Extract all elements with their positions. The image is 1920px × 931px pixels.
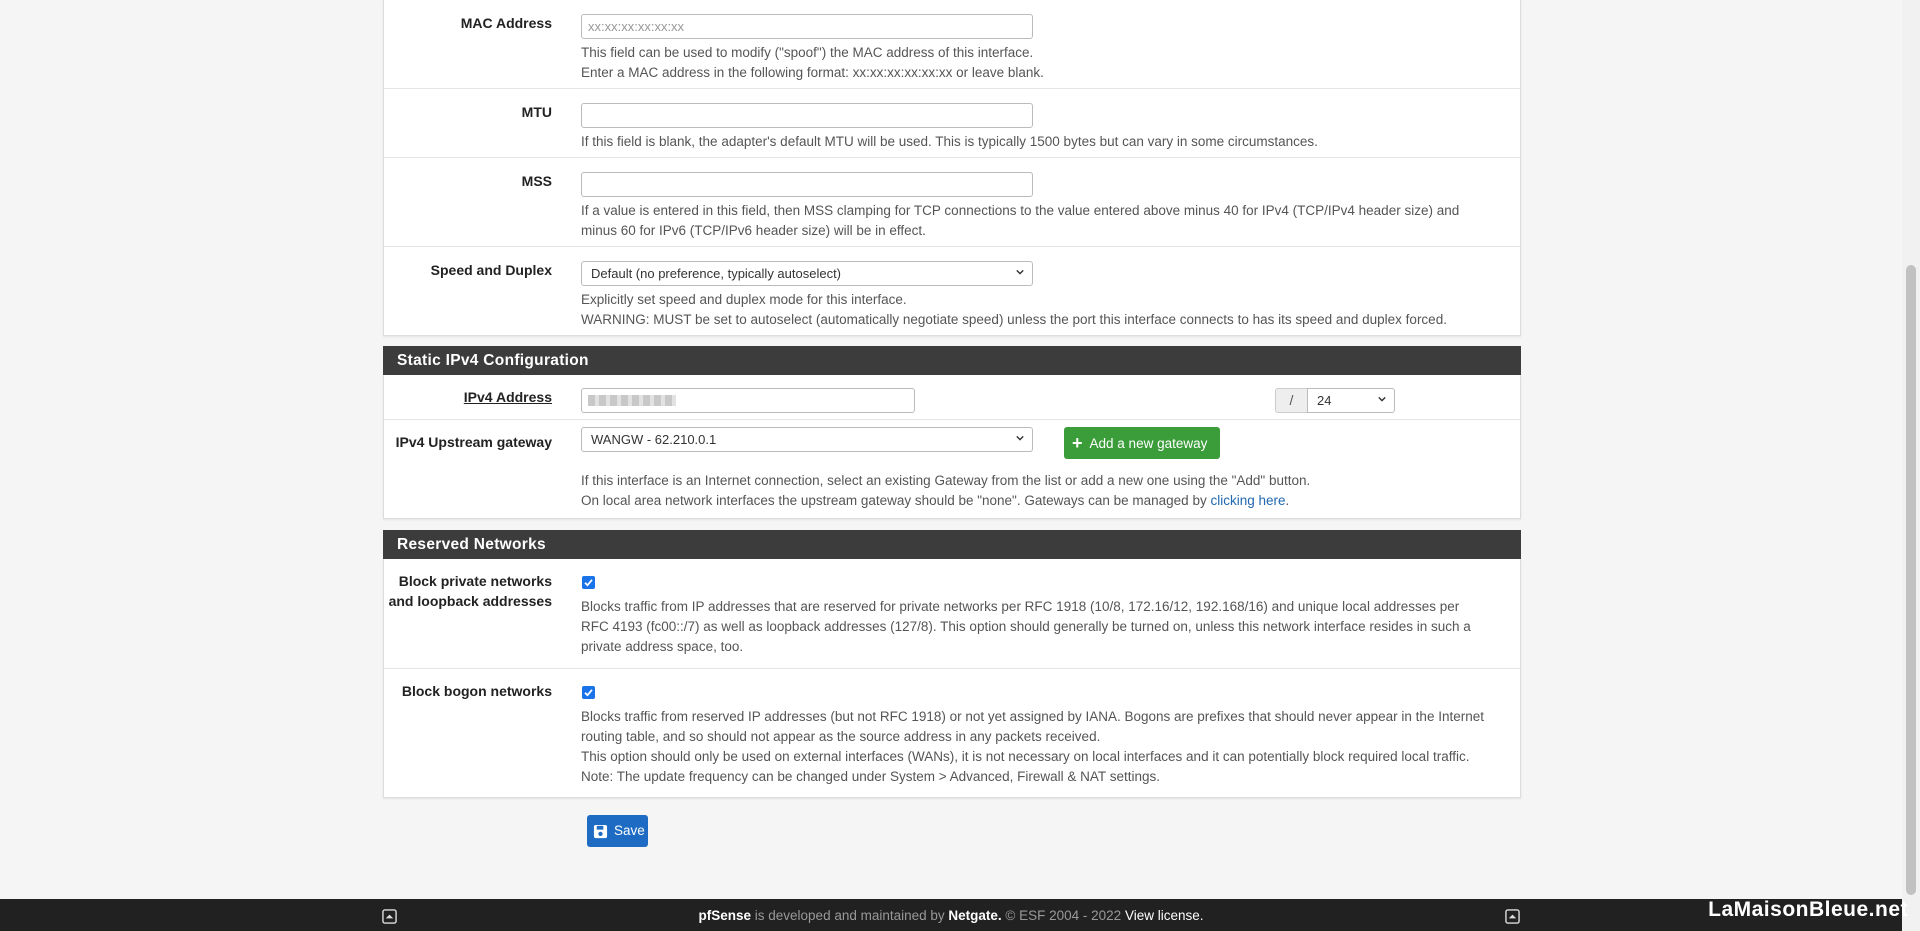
reserved-networks-heading: Reserved Networks: [383, 530, 1521, 559]
speed-duplex-selected: Default (no preference, typically autose…: [591, 266, 842, 281]
save-button[interactable]: Save: [587, 815, 648, 847]
gateways-link[interactable]: clicking here: [1210, 493, 1285, 508]
block-private-label-2: and loopback addresses: [388, 593, 552, 609]
mac-address-input[interactable]: [581, 14, 1033, 39]
mac-help-1: This field can be used to modify ("spoof…: [581, 45, 1034, 60]
static-ipv4-heading: Static IPv4 Configuration: [383, 346, 1521, 375]
ipv4-gateway-selected: WANGW - 62.210.0.1: [591, 432, 717, 447]
ipv4-address-redacted: [588, 395, 676, 406]
block-bogon-label: Block bogon networks: [401, 683, 552, 699]
ipv4-gateway-row: IPv4 Upstream gateway WANGW - 62.210.0.1…: [384, 420, 1520, 518]
reserved-networks-panel: Block private networks and loopback addr…: [383, 559, 1521, 798]
footer-copyright: © ESF 2004 - 2022: [1001, 908, 1125, 923]
add-gateway-button[interactable]: + Add a new gateway: [1064, 427, 1221, 459]
save-label: Save: [614, 823, 645, 838]
ipv4-address-label: IPv4 Address: [463, 389, 552, 405]
footer-brand[interactable]: pfSense: [698, 908, 751, 923]
static-ipv4-section: Static IPv4 Configuration IPv4 Address /…: [383, 346, 1521, 519]
scrollbar[interactable]: [1902, 0, 1920, 931]
gateway-help-2-end: .: [1285, 493, 1290, 508]
mtu-label: MTU: [521, 104, 552, 120]
block-bogon-help-4: Note: The update frequency can be change…: [581, 769, 1160, 784]
mac-address-label: MAC Address: [460, 15, 552, 31]
chevron-down-icon: [1016, 435, 1024, 441]
mss-row: MSS If a value is entered in this field,…: [384, 158, 1520, 247]
ipv4-gateway-label: IPv4 Upstream gateway: [395, 434, 552, 450]
mac-help-2: Enter a MAC address in the following for…: [581, 65, 1044, 80]
mss-help-2: minus 60 for IPv6 (TCP/IPv6 header size)…: [581, 223, 926, 238]
block-private-help-1: Blocks traffic from IP addresses that ar…: [581, 599, 1460, 614]
gateway-help-2-text: On local area network interfaces the ups…: [581, 493, 1211, 508]
ipv4-gateway-select[interactable]: WANGW - 62.210.0.1: [581, 427, 1033, 452]
mac-address-row: MAC Address This field can be used to mo…: [384, 0, 1520, 89]
footer-company[interactable]: Netgate.: [948, 908, 1001, 923]
block-bogon-help-2: routing table, and so should not appear …: [581, 729, 1101, 744]
block-bogon-row: Block bogon networks Blocks traffic from…: [384, 669, 1520, 797]
block-bogon-help-1: Blocks traffic from reserved IP addresse…: [581, 709, 1484, 724]
gateway-help-2: On local area network interfaces the ups…: [581, 491, 1289, 511]
ipv4-address-input[interactable]: [581, 388, 915, 413]
footer-license-link[interactable]: View license.: [1125, 908, 1204, 923]
reserved-networks-section: Reserved Networks Block private networks…: [383, 530, 1521, 798]
ipv4-prefix-select[interactable]: 24: [1307, 388, 1395, 413]
mtu-input[interactable]: [581, 103, 1033, 128]
block-private-help-2: RFC 4193 (fc00::/7) as well as loopback …: [581, 619, 1471, 634]
mss-label: MSS: [521, 173, 552, 189]
gateway-help-1: If this interface is an Internet connect…: [581, 473, 1311, 488]
mss-input[interactable]: [581, 172, 1033, 197]
block-private-row: Block private networks and loopback addr…: [384, 559, 1520, 669]
block-bogon-checkbox[interactable]: [582, 686, 595, 699]
ipv4-prefix-value: 24: [1317, 393, 1332, 408]
chevron-down-icon: [1016, 269, 1024, 275]
interface-panel: MAC Address This field can be used to mo…: [383, 0, 1521, 336]
ipv4-slash-addon: /: [1275, 388, 1308, 413]
chevron-down-icon: [1378, 396, 1386, 402]
scroll-to-top-icon[interactable]: [1505, 909, 1520, 924]
floppy-disk-icon: [593, 824, 608, 839]
scrollbar-thumb[interactable]: [1906, 265, 1916, 895]
plus-icon: +: [1072, 433, 1083, 453]
footer-text: pfSense is developed and maintained by N…: [0, 908, 1902, 923]
ipv4-address-row: IPv4 Address / 24: [384, 375, 1520, 420]
block-private-help-3: private address space, too.: [581, 639, 744, 654]
block-bogon-help-3: This option should only be used on exter…: [581, 749, 1470, 764]
block-private-label-1: Block private networks: [398, 573, 552, 589]
watermark: LaMaisonBleue.net: [1708, 898, 1908, 921]
checkmark-icon: [584, 579, 593, 587]
block-bogon-help: Blocks traffic from reserved IP addresse…: [581, 707, 1512, 787]
mtu-row: MTU If this field is blank, the adapter'…: [384, 89, 1520, 158]
footer: pfSense is developed and maintained by N…: [0, 899, 1902, 931]
add-gateway-label: Add a new gateway: [1089, 436, 1208, 451]
form-container: MAC Address This field can be used to mo…: [383, 0, 1521, 847]
block-private-help: Blocks traffic from IP addresses that ar…: [581, 597, 1512, 657]
speed-help-1: Explicitly set speed and duplex mode for…: [581, 292, 907, 307]
block-private-checkbox[interactable]: [582, 576, 595, 589]
static-ipv4-panel: IPv4 Address / 24 IPv4 Upstream gateway …: [383, 375, 1521, 519]
mtu-help: If this field is blank, the adapter's de…: [581, 134, 1318, 149]
speed-duplex-row: Speed and Duplex Default (no preference,…: [384, 247, 1520, 335]
ipv4-slash: /: [1289, 392, 1294, 408]
block-private-label: Block private networks and loopback addr…: [384, 571, 552, 611]
speed-help-2: WARNING: MUST be set to autoselect (auto…: [581, 312, 1447, 327]
speed-duplex-select[interactable]: Default (no preference, typically autose…: [581, 261, 1033, 286]
checkmark-icon: [584, 689, 593, 697]
mss-help-1: If a value is entered in this field, the…: [581, 203, 1460, 218]
speed-duplex-label: Speed and Duplex: [430, 262, 552, 278]
footer-dev-text: is developed and maintained by: [751, 908, 949, 923]
